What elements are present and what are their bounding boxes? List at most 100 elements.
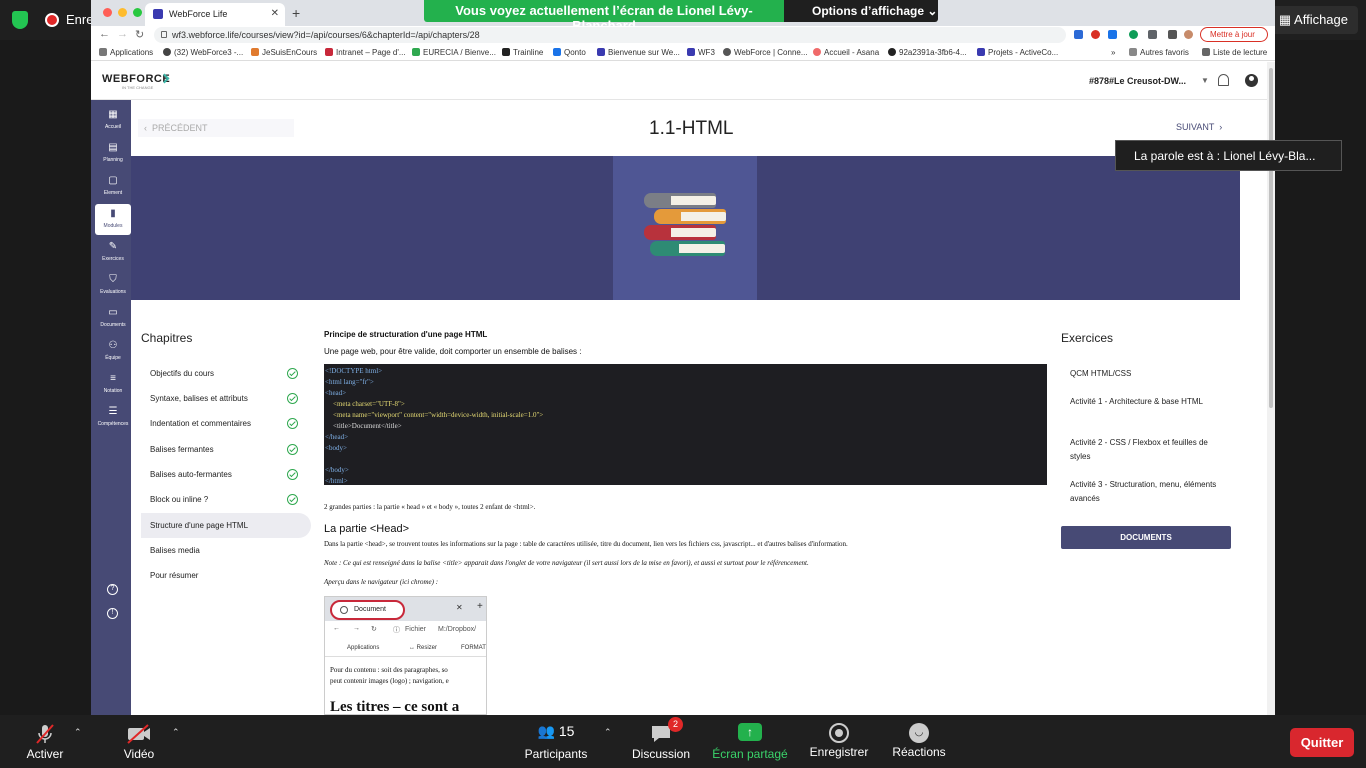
display-view-button[interactable]: ▦ Affichage [1268,6,1358,34]
shield-check-icon: ⛉ [109,274,117,285]
sidebar-item-planning[interactable]: ▤ Planning [95,138,131,169]
chevron-up-icon[interactable]: ⌃ [172,727,180,738]
sidebar: ▦ Accueil ▤ Planning ▢ Element ▮ Modules ✎ Ex… [91,100,131,715]
new-tab-icon[interactable]: + [292,5,300,21]
favicon-icon [687,48,695,56]
preview-text: peut contenir images (logo) ; navigation… [330,677,449,685]
bookmark-item[interactable]: WebForce | Conne... [723,48,808,57]
security-shield-icon[interactable] [12,11,28,29]
participants-icon: 👥 15 [537,723,575,739]
bookmarks-overflow[interactable]: » [1111,48,1115,57]
maximize-window-icon[interactable] [133,8,142,17]
user-account-icon[interactable] [1245,74,1258,87]
participants-button[interactable]: 👥 15 Participants [522,715,590,761]
bookmark-folder[interactable]: Autres favoris [1129,48,1189,57]
bookmark-item[interactable]: (32) WebForce3 -... [163,48,243,57]
bookmark-item[interactable]: Projets - ActiveCo... [977,48,1058,57]
chevron-down-icon[interactable]: ▼ [1201,76,1209,85]
reading-list[interactable]: Liste de lecture [1202,48,1267,57]
chapter-item[interactable]: Syntaxe, balises et attributs [141,386,311,411]
chapter-item-active[interactable]: Structure d'une page HTML [141,513,311,538]
browser-tab[interactable]: WebForce Life ✕ [145,3,285,26]
folder-icon: ▭ [108,307,118,318]
bookmark-item[interactable]: 92a2391a-3fb6-4... [888,48,967,57]
forward-icon[interactable]: → [117,28,128,40]
sidebar-item-exercices[interactable]: ✎ Exercices [95,237,131,268]
bookmark-item[interactable]: Qonto [553,48,586,57]
chapter-navigation: ‹ PRÉCÉDENT 1.1-HTML SUIVANT › [131,100,1267,156]
exercise-link[interactable]: Activité 1 - Architecture & base HTML [1070,395,1220,409]
bookmark-item[interactable]: JeSuisEnCours [251,48,317,57]
share-screen-button[interactable]: ↑ Écran partagé [712,715,788,761]
back-icon[interactable]: ← [99,28,110,40]
record-icon [829,723,849,743]
bookmark-item[interactable]: WF3 [687,48,715,57]
extension-icon[interactable] [1074,30,1083,39]
extension-icon[interactable] [1108,30,1117,39]
next-button[interactable]: SUIVANT › [1176,122,1222,132]
quit-button[interactable]: Quitter [1290,728,1354,757]
bell-icon[interactable] [1218,74,1229,86]
exercise-link[interactable]: QCM HTML/CSS [1070,367,1220,381]
previous-button[interactable]: ‹ PRÉCÉDENT [138,119,294,137]
profile-avatar-icon[interactable] [1184,30,1193,39]
reactions-button[interactable]: ◡ Réactions [890,715,948,759]
sidebar-item-documents[interactable]: ▭ Documents [95,303,131,334]
chapter-item[interactable]: Indentation et commentaires [141,411,311,436]
code-line: <meta charset="UTF-8"> [333,400,405,408]
close-tab-icon[interactable]: ✕ [271,8,279,19]
unmute-button[interactable]: Activer [20,715,70,761]
sidebar-item-modules[interactable]: ▮ Modules [95,204,131,235]
bookmark-item[interactable]: Accueil - Asana [813,48,879,57]
help-icon[interactable]: ? [107,584,118,595]
preview-addr-label: Fichier [405,626,427,633]
note-text: Note : Ce qui est renseigné dans la bali… [324,559,809,567]
sidebar-item-competences[interactable]: ☰ Compétences [95,402,131,433]
address-bar-row: ← → ↻ wf3.webforce.life/courses/view?id=… [91,26,1275,44]
chevron-up-icon[interactable]: ⌃ [604,727,612,738]
puzzle-icon[interactable] [1168,30,1177,39]
info-icon[interactable]: ! [107,608,118,619]
bookmark-item[interactable]: Bienvenue sur We... [597,48,680,57]
display-options-button[interactable]: Options d’affichage ⌄ [784,0,938,22]
promo-select[interactable]: #878#Le Creusot-DW... [1089,76,1186,86]
url-input[interactable]: wf3.webforce.life/courses/view?id=/api/c… [154,27,1066,43]
reload-icon[interactable]: ↻ [135,28,144,41]
unread-badge: 2 [668,717,683,732]
scroll-thumb[interactable] [1269,68,1273,408]
record-button[interactable]: Enregistrer [808,715,870,759]
chat-button[interactable]: 2 Discussion [630,715,692,761]
chapter-item[interactable]: Pour résumer [141,563,311,588]
chevron-up-icon[interactable]: ⌃ [74,727,82,738]
bookmark-item[interactable]: EURECIA / Bienve... [412,48,496,57]
exercise-link[interactable]: Activité 2 - CSS / Flexbox et feuilles d… [1070,436,1220,464]
minimize-window-icon[interactable] [118,8,127,17]
chapter-item[interactable]: Balises auto-fermantes [141,462,311,487]
chapter-item[interactable]: Balises media [141,538,311,563]
bookmark-item[interactable]: Intranet – Page d'... [325,48,406,57]
sidebar-item-element[interactable]: ▢ Element [95,171,131,202]
extension-icon[interactable] [1129,30,1138,39]
sidebar-item-evaluations[interactable]: ⛉ Evaluations [95,270,131,301]
bookmark-item[interactable]: Trainline [502,48,543,57]
extension-icon[interactable] [1148,30,1157,39]
preview-bookmark: ↔ Resizer [409,645,438,651]
check-circle-icon [287,368,298,379]
video-button[interactable]: Vidéo [115,715,163,761]
sidebar-item-equipe[interactable]: ⚇ Équipe [95,336,131,367]
chapter-item[interactable]: Block ou inline ? [141,487,311,512]
update-button[interactable]: Mettre à jour [1200,27,1268,42]
chevron-left-icon: ‹ [144,123,152,133]
book-icon: ▮ [110,208,116,219]
exercise-link[interactable]: Activité 3 - Structuration, menu, élémen… [1070,478,1220,506]
calendar-icon: ▤ [108,142,118,153]
bookmark-item[interactable]: Applications [99,48,153,57]
documents-button[interactable]: DOCUMENTS [1061,526,1231,549]
chapter-item[interactable]: Objectifs du cours [141,361,311,386]
close-window-icon[interactable] [103,8,112,17]
dashboard-icon: ▦ [108,109,118,120]
sidebar-item-accueil[interactable]: ▦ Accueil [95,105,131,136]
extension-icon[interactable] [1091,30,1100,39]
chapter-item[interactable]: Balises fermantes [141,437,311,462]
sidebar-item-notation[interactable]: ≡ Notation [95,369,131,400]
